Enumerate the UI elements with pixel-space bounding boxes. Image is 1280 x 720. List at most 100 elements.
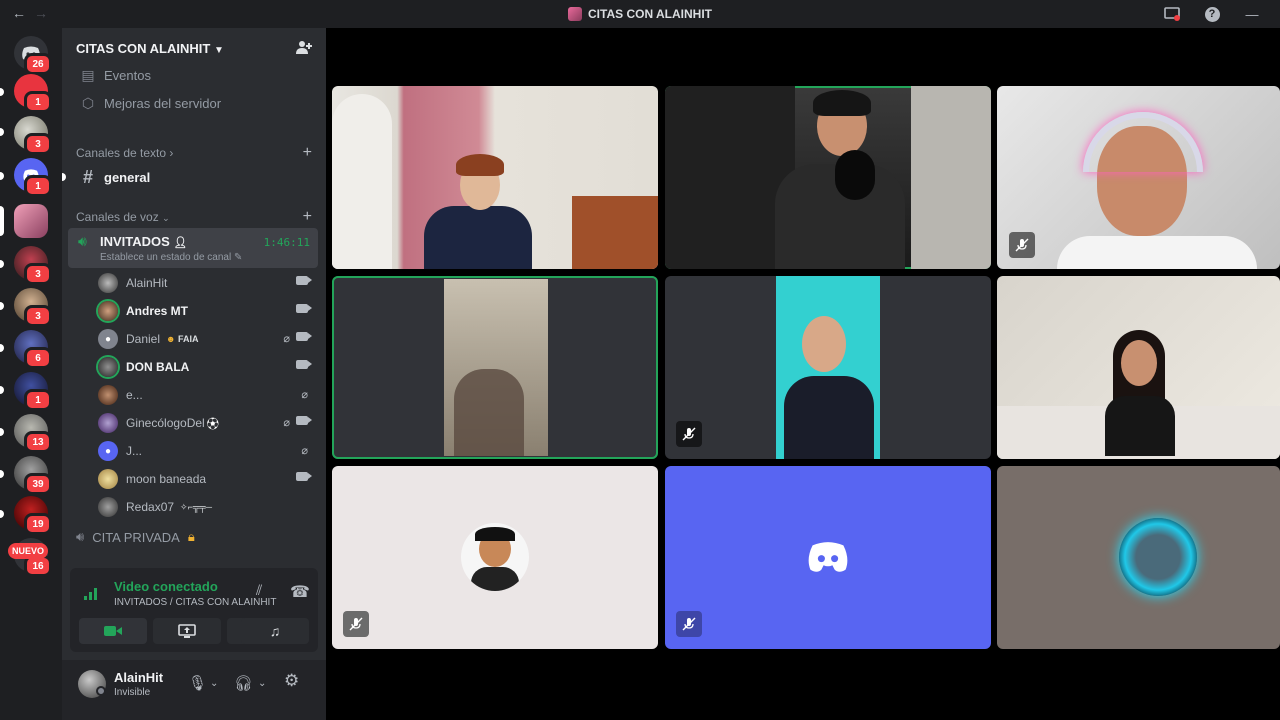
- disconnect-icon[interactable]: ☎︎: [290, 582, 310, 602]
- voice-member[interactable]: ● J... ⌀: [98, 438, 314, 464]
- unread-badge: 6: [24, 347, 52, 369]
- server-item[interactable]: 3: [14, 116, 52, 155]
- chevron-down-icon: ⌄: [162, 213, 170, 223]
- user-panel: AlainHit Invisible 🎙︎ ⌄ 🎧︎ ⌄ ⚙︎: [62, 660, 326, 720]
- chevron-down-icon[interactable]: ⌄: [258, 678, 266, 689]
- server-item[interactable]: 1: [14, 158, 52, 197]
- sidebar-item-label: Eventos: [104, 67, 151, 83]
- video-feed: [444, 279, 548, 456]
- avatar: [98, 497, 118, 517]
- camera-icon: [296, 276, 312, 285]
- microphone-icon[interactable]: 🎙︎: [188, 674, 207, 692]
- camera-icon: [296, 332, 312, 341]
- video-tile[interactable]: [332, 86, 658, 269]
- help-icon[interactable]: ?: [1202, 4, 1222, 24]
- speaker-icon: 🔊︎: [76, 529, 85, 544]
- voice-member[interactable]: DON BALA: [98, 354, 314, 380]
- home-button[interactable]: 26: [14, 36, 52, 75]
- video-tile[interactable]: [997, 276, 1280, 459]
- invite-people-icon[interactable]: [296, 39, 312, 58]
- video-tile-speaking[interactable]: [332, 276, 658, 459]
- channel-status-placeholder[interactable]: Establece un estado de canal: [100, 252, 231, 263]
- category-text-channels[interactable]: Canales de texto › +: [76, 144, 312, 162]
- signal-strength-icon[interactable]: [84, 586, 98, 603]
- clan-tag: ☻ FAIA: [164, 334, 201, 344]
- server-item[interactable]: 1: [14, 74, 52, 113]
- channel-general[interactable]: # general: [70, 164, 318, 190]
- username[interactable]: AlainHit: [114, 670, 163, 685]
- chevron-right-icon: ›: [169, 146, 174, 160]
- server-item[interactable]: 3: [14, 246, 52, 285]
- voice-member[interactable]: Redax07 ✧⌐╦╤─: [98, 494, 314, 520]
- voice-member[interactable]: ● Daniel ☻ FAIA ⌀: [98, 326, 314, 352]
- unread-indicator: [0, 428, 4, 436]
- headphones-icon[interactable]: 🎧︎: [234, 674, 253, 692]
- pencil-icon[interactable]: ✎: [234, 252, 242, 263]
- server-item[interactable]: 19: [14, 496, 52, 535]
- noise-suppression-icon[interactable]: ⫽: [256, 582, 262, 599]
- muted-mic-icon: ⌀: [301, 389, 308, 401]
- member-name: GinecólogoDel: [126, 416, 205, 430]
- add-channel-icon[interactable]: +: [303, 144, 312, 162]
- video-person: [456, 154, 504, 176]
- user-avatar: [461, 523, 529, 591]
- member-name: e...: [126, 388, 143, 402]
- server-item[interactable]: 13: [14, 414, 52, 453]
- video-camera-icon: [104, 626, 122, 636]
- camera-toggle-button[interactable]: [79, 618, 147, 644]
- server-item[interactable]: 3: [14, 288, 52, 327]
- voice-member[interactable]: GinecólogoDel ⚽︎ ⌀: [98, 410, 314, 436]
- video-tile-avatar[interactable]: [665, 466, 991, 649]
- settings-gear-icon[interactable]: ⚙︎: [284, 671, 299, 691]
- member-name: AlainHit: [126, 276, 168, 290]
- muted-mic-icon: [676, 421, 702, 447]
- screen-share-button[interactable]: [153, 618, 221, 644]
- unread-badge: 1: [24, 175, 52, 197]
- video-tile[interactable]: [665, 276, 991, 459]
- connection-status[interactable]: Video conectado: [114, 579, 218, 594]
- video-tile-avatar[interactable]: [997, 466, 1280, 649]
- server-item[interactable]: 1: [14, 372, 52, 411]
- server-item-active[interactable]: [14, 204, 48, 238]
- unread-indicator: [0, 386, 4, 394]
- unread-badge: 3: [24, 263, 52, 285]
- title-bar-actions: ? —: [1162, 4, 1262, 24]
- voice-member[interactable]: Andres MT: [98, 298, 314, 324]
- add-channel-icon[interactable]: +: [303, 208, 312, 226]
- server-item[interactable]: 39: [14, 456, 52, 495]
- clan-tag: ✧⌐╦╤─: [178, 501, 214, 513]
- avatar: ●: [98, 441, 118, 461]
- camera-icon: [296, 304, 312, 313]
- video-tile-speaking[interactable]: [665, 86, 991, 269]
- avatar: [98, 469, 118, 489]
- video-person: [454, 369, 524, 456]
- headset-prop: [1083, 112, 1203, 172]
- connection-route[interactable]: INVITADOS / CITAS CON ALAINHIT: [114, 597, 276, 608]
- video-tile-avatar[interactable]: [332, 466, 658, 649]
- camera-icon: [296, 472, 312, 481]
- server-item[interactable]: 6: [14, 330, 52, 369]
- clan-tag-label: FAIA: [178, 334, 199, 344]
- call-timer: 1:46:11: [263, 236, 310, 249]
- sidebar-item-boosts[interactable]: ⬡ Mejoras del servidor: [70, 90, 318, 116]
- soundboard-button[interactable]: ♫: [241, 618, 309, 644]
- voice-member[interactable]: AlainHit: [98, 270, 314, 296]
- unread-indicator: [0, 88, 4, 96]
- category-voice-channels[interactable]: Canales de voz ⌄ +: [76, 208, 312, 226]
- new-badge: NUEVO: [8, 543, 49, 559]
- voice-member[interactable]: e... ⌀: [98, 382, 314, 408]
- voice-member[interactable]: moon baneada: [98, 466, 314, 492]
- server-rail: 26 1 3 1 3 3 6 1 13 39 19 16 NUEVO: [0, 28, 62, 720]
- chevron-down-icon[interactable]: ⌄: [210, 678, 218, 689]
- user-status: Invisible: [114, 687, 151, 698]
- video-tile[interactable]: [997, 86, 1280, 269]
- voice-channel-invitados[interactable]: 🔊︎ INVITADOS 👤︎ Establece un estado de c…: [68, 228, 318, 268]
- unread-indicator: [0, 260, 4, 268]
- minimize-icon[interactable]: —: [1242, 4, 1262, 24]
- voice-channel-cita-privada[interactable]: 🔊︎ CITA PRIVADA 🔒︎: [76, 529, 195, 545]
- avatar-hair: [475, 527, 515, 541]
- sidebar-item-eventos[interactable]: ▤ Eventos: [70, 62, 318, 88]
- discord-app: ← → CITAS CON ALAINHIT ? — 26 1 3 1 3 3: [0, 0, 1280, 720]
- inbox-icon[interactable]: [1162, 4, 1182, 24]
- muted-mic-icon: [1009, 232, 1035, 258]
